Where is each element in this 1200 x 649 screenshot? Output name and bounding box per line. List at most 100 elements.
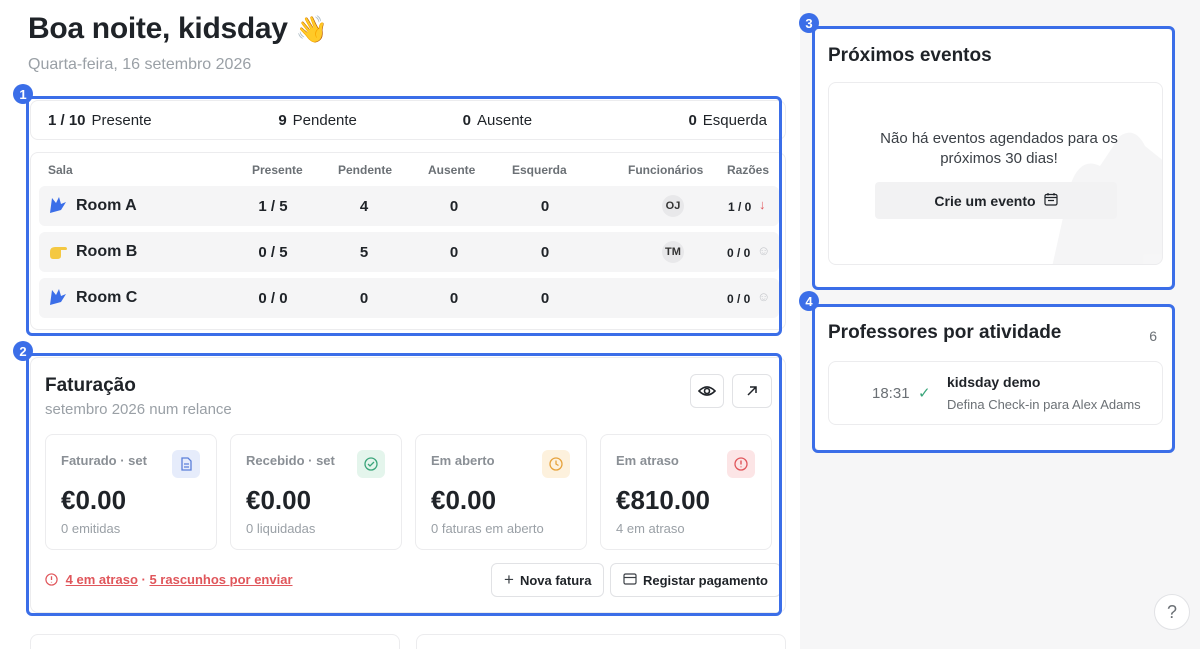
overdue-link[interactable]: 4 em atraso <box>66 572 138 587</box>
annotation-badge-1: 1 <box>13 84 33 104</box>
external-link-icon[interactable] <box>732 374 772 408</box>
eye-icon[interactable] <box>690 374 724 408</box>
cell-ausente: 0 <box>449 244 459 261</box>
new-invoice-button[interactable]: + Nova fatura <box>491 563 605 597</box>
col-esquerda: Esquerda <box>512 163 567 177</box>
room-name: Room A <box>76 197 137 214</box>
stat-caption: 0 faturas em aberto <box>431 521 544 536</box>
billing-alert: 4 em atraso · 5 rascunhos por enviar <box>45 572 293 589</box>
room-name: Room B <box>76 243 138 260</box>
help-button[interactable]: ? <box>1154 594 1190 630</box>
stat-recebido[interactable]: Recebido · set €0.00 0 liquidadas <box>230 434 402 550</box>
col-pendente: Pendente <box>338 163 393 177</box>
stat-value: €0.00 <box>61 485 127 515</box>
blue-hand-icon <box>47 286 69 308</box>
list-item[interactable]: 18:31 ✓ kidsday demo Defina Check-in par… <box>828 361 1163 425</box>
teacher-name: kidsday demo <box>947 374 1041 390</box>
events-card: Próximos eventos Não há eventos agendado… <box>815 29 1172 287</box>
col-ausente: Ausente <box>428 163 476 177</box>
alert-separator: · <box>137 572 150 587</box>
teachers-count: 6 <box>1149 328 1157 344</box>
create-event-label: Crie um evento <box>934 192 1036 209</box>
attendance-summary: 1 / 10 Presente 9 Pendente 0 Ausente 0 Esque… <box>30 100 786 140</box>
clock-icon <box>542 450 570 478</box>
summary-pendente: 9 Pendente <box>278 111 357 129</box>
create-event-button[interactable]: Crie um evento <box>875 182 1117 219</box>
alert-circle-icon <box>727 450 755 478</box>
col-funcionarios: Funcionários <box>628 163 704 177</box>
table-row[interactable]: Room C 0 / 0 0 0 0 0 / 0 ☺ <box>39 278 779 318</box>
summary-esquerda: 0 Esquerda <box>688 111 767 129</box>
avatar[interactable]: TM <box>662 241 684 263</box>
blue-hand-icon <box>47 194 69 216</box>
yellow-hand-icon <box>47 240 69 262</box>
document-icon <box>172 450 200 478</box>
avatar[interactable]: OJ <box>662 195 684 217</box>
smiley-icon: ☺ <box>757 289 771 304</box>
cell-pendente: 0 <box>359 290 369 307</box>
arrow-down-icon: ↓ <box>759 197 766 212</box>
cell-razoes: 0 / 0 <box>727 292 751 306</box>
page-title: Boa noite, kidsday 👋 <box>28 12 328 46</box>
current-date: Quarta-feira, 16 setembro 2026 <box>28 56 252 73</box>
cell-presente: 0 / 5 <box>258 244 288 261</box>
wave-icon: 👋 <box>295 14 328 44</box>
bottom-card-left <box>30 634 400 649</box>
check-circle-icon <box>357 450 385 478</box>
stat-value: €0.00 <box>246 485 312 515</box>
stat-caption: 0 liquidadas <box>246 521 316 536</box>
drafts-link[interactable]: 5 rascunhos por enviar <box>149 572 292 587</box>
billing-title: Faturação <box>45 375 136 396</box>
table-row[interactable]: Room A 1 / 5 4 0 0 OJ 1 / 0 ↓ <box>39 186 779 226</box>
stat-faturado[interactable]: Faturado · set €0.00 0 emitidas <box>45 434 217 550</box>
smiley-icon: ☺ <box>757 243 771 258</box>
register-payment-label: Registar pagamento <box>643 572 768 588</box>
col-presente: Presente <box>252 163 303 177</box>
stat-label: Em atraso <box>616 453 679 468</box>
cell-pendente: 4 <box>359 198 369 215</box>
plus-icon: + <box>504 570 514 589</box>
annotation-badge-2: 2 <box>13 341 33 361</box>
question-icon: ? <box>1166 601 1177 622</box>
events-empty-text: Não há eventos agendados para os próximo… <box>880 130 1118 167</box>
stat-em-atraso[interactable]: Em atraso €810.00 4 em atraso <box>600 434 772 550</box>
stat-value: €0.00 <box>431 485 497 515</box>
events-empty-state: Não há eventos agendados para os próximo… <box>828 82 1163 265</box>
activity-description: Defina Check-in para Alex Adams <box>947 397 1141 412</box>
stat-value: €810.00 <box>616 485 710 515</box>
stat-label: Em aberto <box>431 453 495 468</box>
cell-razoes: 0 / 0 <box>727 246 751 260</box>
summary-presente: 1 / 10 Presente <box>48 111 152 129</box>
stat-caption: 0 emitidas <box>61 521 121 536</box>
cell-razoes: 1 / 0 <box>728 200 752 214</box>
cell-ausente: 0 <box>449 198 459 215</box>
billing-card: Faturação setembro 2026 num relance Fatu… <box>30 357 786 613</box>
events-title: Próximos eventos <box>828 45 992 66</box>
alert-circle-icon <box>45 573 58 589</box>
check-icon: ✓ <box>918 385 931 402</box>
stat-em-aberto[interactable]: Em aberto €0.00 0 faturas em aberto <box>415 434 587 550</box>
table-header: Sala Presente Pendente Ausente Esquerda … <box>31 163 785 177</box>
attendance-table: Sala Presente Pendente Ausente Esquerda … <box>30 152 786 330</box>
annotation-badge-3: 3 <box>799 13 819 33</box>
calendar-icon <box>1043 192 1058 209</box>
table-row[interactable]: Room B 0 / 5 5 0 0 TM 0 / 0 ☺ <box>39 232 779 272</box>
register-payment-button[interactable]: Registar pagamento <box>610 563 781 597</box>
activity-time: 18:31 <box>872 385 910 402</box>
cell-ausente: 0 <box>449 290 459 307</box>
stat-caption: 4 em atraso <box>616 521 685 536</box>
billing-subtitle: setembro 2026 num relance <box>45 401 232 418</box>
room-name: Room C <box>76 289 138 306</box>
cell-esquerda: 0 <box>540 290 550 307</box>
cell-presente: 1 / 5 <box>258 198 288 215</box>
col-razoes: Razões <box>727 163 770 177</box>
cell-presente: 0 / 0 <box>258 290 288 307</box>
teachers-card: Professores por atividade 6 18:31 ✓ kids… <box>815 307 1172 450</box>
cell-esquerda: 0 <box>540 198 550 215</box>
credit-card-icon <box>623 572 637 588</box>
new-invoice-label: Nova fatura <box>519 572 592 588</box>
col-sala: Sala <box>48 163 73 177</box>
greeting-text: Boa noite, kidsday <box>28 12 288 45</box>
cell-esquerda: 0 <box>540 244 550 261</box>
stat-label: Faturado · set <box>61 453 147 468</box>
